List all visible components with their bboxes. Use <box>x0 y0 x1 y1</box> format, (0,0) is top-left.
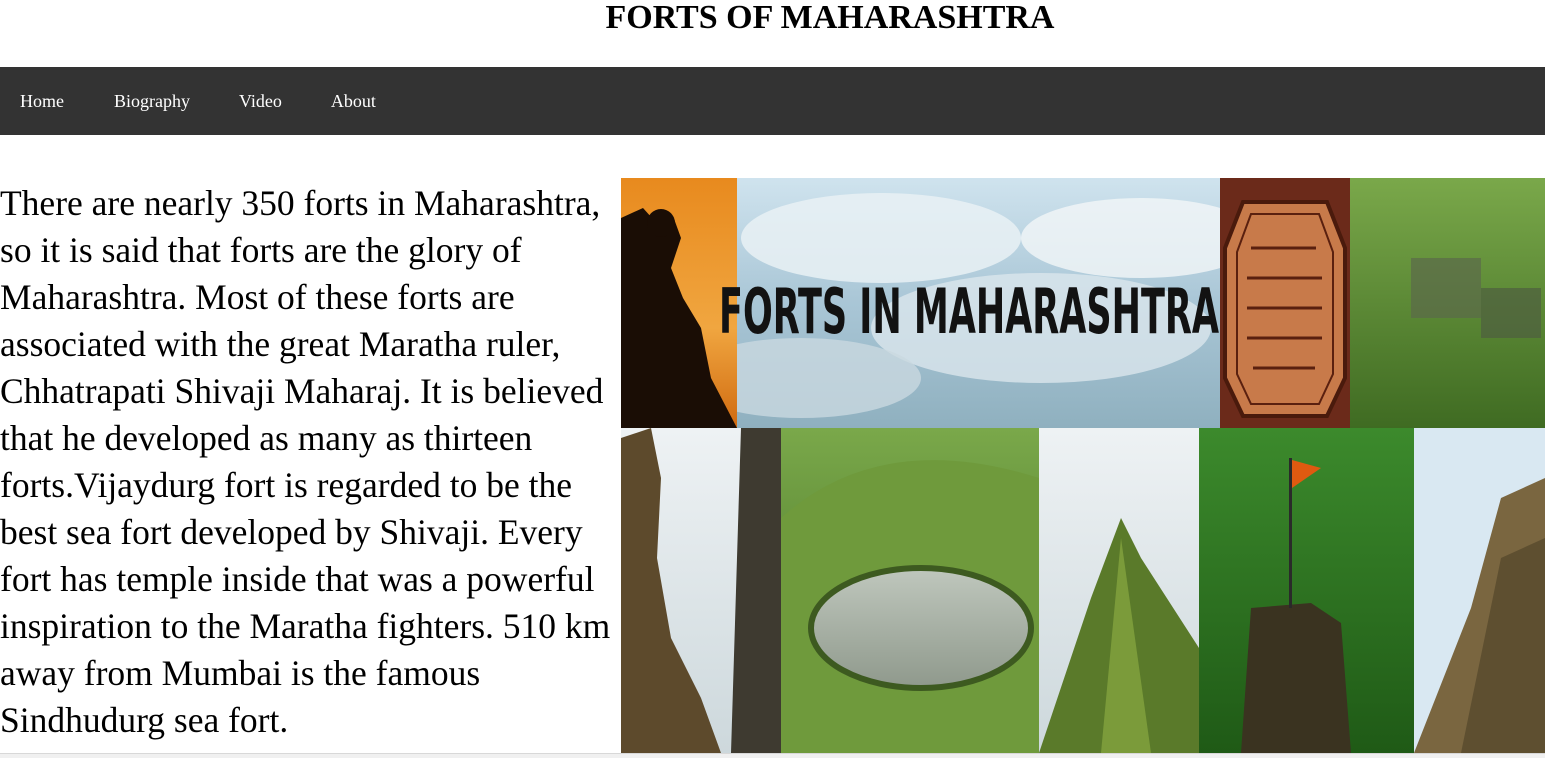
page-bottom-edge <box>0 753 1545 758</box>
page: FORTS OF MAHARASHTRA Home Biography Vide… <box>0 0 1545 758</box>
intro-paragraph: There are nearly 350 forts in Maharashtr… <box>0 183 611 740</box>
top-navbar: Home Biography Video About <box>0 67 1545 135</box>
banner-caption: FORTS IN MAHARASHTRA <box>719 275 1219 348</box>
forts-banner-image: FORTS IN MAHARASHTRA <box>621 178 1545 753</box>
page-title: FORTS OF MAHARASHTRA <box>605 0 1055 36</box>
nav-item-home[interactable]: Home <box>0 67 84 135</box>
nav-item-biography[interactable]: Biography <box>94 67 210 135</box>
nav-item-about[interactable]: About <box>311 67 396 135</box>
nav-item-video[interactable]: Video <box>219 67 302 135</box>
